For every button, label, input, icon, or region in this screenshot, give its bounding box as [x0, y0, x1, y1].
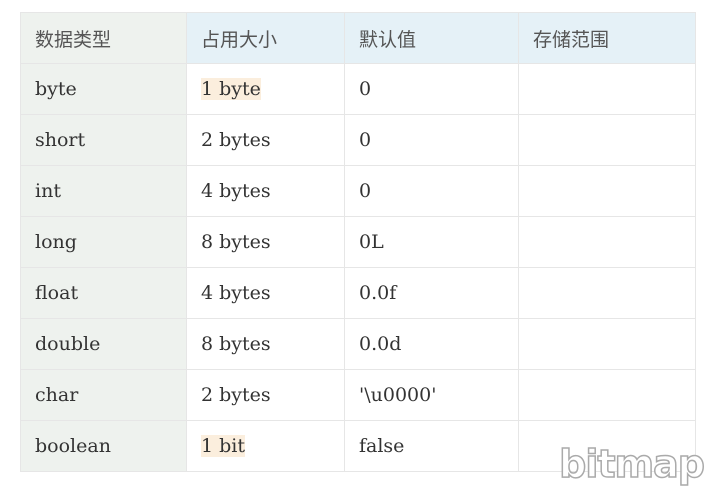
cell-default: 0.0d — [344, 318, 519, 370]
header-size: 占用大小 — [186, 12, 345, 64]
table-row: byte 1 byte 0 — [20, 63, 696, 115]
size-text: 2 bytes — [201, 384, 271, 406]
cell-default: 0 — [344, 114, 519, 166]
table-row: char 2 bytes '\u0000' — [20, 369, 696, 421]
cell-range — [518, 63, 696, 115]
cell-type: boolean — [20, 420, 187, 472]
cell-type: long — [20, 216, 187, 268]
table-header-row: 数据类型 占用大小 默认值 存储范围 — [20, 12, 696, 64]
size-text: 1 byte — [201, 78, 261, 100]
cell-size: 2 bytes — [186, 114, 345, 166]
cell-default: 0L — [344, 216, 519, 268]
size-text: 4 bytes — [201, 282, 271, 304]
cell-type: char — [20, 369, 187, 421]
cell-type: short — [20, 114, 187, 166]
table-row: short 2 bytes 0 — [20, 114, 696, 166]
watermark-logo: bitmap — [558, 441, 705, 487]
cell-type: float — [20, 267, 187, 319]
cell-type: int — [20, 165, 187, 217]
cell-type: double — [20, 318, 187, 370]
cell-range — [518, 216, 696, 268]
table-row: long 8 bytes 0L — [20, 216, 696, 268]
cell-default: 0 — [344, 165, 519, 217]
size-text: 8 bytes — [201, 231, 271, 253]
cell-size: 8 bytes — [186, 216, 345, 268]
table-row: int 4 bytes 0 — [20, 165, 696, 217]
cell-range — [518, 369, 696, 421]
cell-default: '\u0000' — [344, 369, 519, 421]
data-types-table: 数据类型 占用大小 默认值 存储范围 byte 1 byte 0 short 2 byt… — [20, 12, 696, 472]
cell-range — [518, 267, 696, 319]
size-text: 4 bytes — [201, 180, 271, 202]
header-data-type: 数据类型 — [20, 12, 187, 64]
cell-range — [518, 318, 696, 370]
table-row: float 4 bytes 0.0f — [20, 267, 696, 319]
table-row: double 8 bytes 0.0d — [20, 318, 696, 370]
cell-range — [518, 114, 696, 166]
cell-default: 0 — [344, 63, 519, 115]
cell-range — [518, 165, 696, 217]
size-text: 1 bit — [201, 435, 246, 457]
cell-size: 4 bytes — [186, 267, 345, 319]
cell-size: 1 bit — [186, 420, 345, 472]
cell-default: 0.0f — [344, 267, 519, 319]
header-range: 存储范围 — [518, 12, 696, 64]
cell-size: 2 bytes — [186, 369, 345, 421]
size-text: 8 bytes — [201, 333, 271, 355]
cell-size: 1 byte — [186, 63, 345, 115]
cell-size: 8 bytes — [186, 318, 345, 370]
cell-size: 4 bytes — [186, 165, 345, 217]
size-text: 2 bytes — [201, 129, 271, 151]
cell-type: byte — [20, 63, 187, 115]
cell-default: false — [344, 420, 519, 472]
header-default: 默认值 — [344, 12, 519, 64]
